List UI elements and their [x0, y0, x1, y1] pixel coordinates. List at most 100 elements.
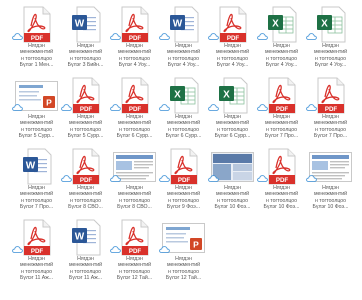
file-item[interactable]: PDF Нягдэн менежментий н тогтоолцоо Бүлэг 11…	[12, 219, 61, 287]
cloud-sync-icon	[110, 104, 121, 111]
word-doc-icon: W	[71, 219, 101, 256]
file-name-line: Бүлэг 4 Уоу...	[216, 61, 249, 68]
pdf-icon: PDF	[22, 6, 52, 43]
cloud-sync-icon	[110, 175, 121, 182]
file-item[interactable]: PDF Нягдэн менежментий н тогтоолцоо Бүлэг 9 …	[159, 148, 208, 216]
svg-text:PDF: PDF	[129, 35, 142, 42]
file-name-line: Бүлэг 7 Про...	[264, 132, 299, 139]
word-doc-icon: W	[169, 6, 199, 43]
file-item[interactable]: Нягдэн менежментий н тогтоолцоо Бүлэг 8 СВО…	[110, 148, 159, 216]
file-item[interactable]: Нягдэн менежментий н тогтоолцоо Бүлэг 10 Фо…	[306, 148, 355, 216]
file-item[interactable]: W Нягдэн менежментий н тогтоолцоо Бүлэг 7 Пр…	[12, 148, 61, 216]
file-item[interactable]: X Нягдэн менежментий н тогтоолцоо Бүлэг 4 Уо…	[257, 6, 306, 74]
cloud-sync-icon	[257, 33, 268, 40]
file-item[interactable]: X Нягдэн менежментий н тогтоолцоо Бүлэг 6 Су…	[159, 77, 208, 145]
pdf-icon: PDF	[22, 219, 52, 256]
file-item[interactable]: W Нягдэн менежментий н тогтоолцоо Бүлэг 4 Уо…	[159, 6, 208, 74]
file-name: Нягдэн менежментий н тогтоолцоо Бүлэг 1 Мен…	[12, 43, 61, 68]
cloud-sync-icon	[306, 104, 317, 111]
file-name-line: Бүлэг 4 Уоу...	[314, 61, 347, 68]
cloud-sync-icon	[306, 33, 317, 40]
cloud-sync-icon	[12, 104, 23, 111]
file-name: Нягдэн менежментий н тогтоолцоо Бүлэг 6 Сур…	[159, 114, 208, 139]
svg-text:PDF: PDF	[325, 106, 338, 113]
file-name: Нягдэн менежментий н тогтоолцоо Бүлэг 4 Уоу…	[208, 43, 257, 68]
file-name: Нягдэн менежментий н тогтоолцоо Бүлэг 11 Аж…	[61, 256, 110, 281]
file-name-line: Бүлэг 10 Фоэ...	[214, 203, 251, 210]
file-name: Нягдэн менежментий н тогтоолцоо Бүлэг 11 Аж…	[12, 256, 61, 281]
cloud-sync-icon	[306, 175, 317, 182]
cloud-sync-icon	[159, 104, 170, 111]
file-name: Нягдэн менежментий н тогтоолцоо Бүлэг 8 СВО…	[110, 185, 159, 210]
file-name: Нягдэн менежментий н тогтоолцоо Бүлэг 10 Фо…	[208, 185, 257, 210]
cloud-sync-icon	[12, 33, 23, 40]
cloud-sync-icon	[159, 33, 170, 40]
file-item[interactable]: PDF Нягдэн менежментий н тогтоолцоо Бүлэг 6 …	[110, 77, 159, 145]
file-name-line: Бүлэг 12 Тай...	[116, 274, 153, 281]
svg-text:PDF: PDF	[31, 35, 44, 42]
pdf-icon: PDF	[121, 219, 149, 256]
file-item[interactable]: PDF Нягдэн менежментий н тогтоолцоо Бүлэг 8 …	[61, 148, 110, 216]
file-name-line: Бүлэг 7 Про...	[19, 203, 54, 210]
cloud-sync-icon	[257, 175, 268, 182]
svg-text:PDF: PDF	[31, 248, 44, 255]
file-item[interactable]: X Нягдэн менежментий н тогтоолцоо Бүлэг 4 Уо…	[306, 6, 355, 74]
cloud-sync-icon	[208, 104, 219, 111]
file-name-line: Бүлэг 11 Аж...	[19, 274, 54, 281]
file-item[interactable]: PDF Нягдэн менежментий н тогтоолцоо Бүлэг 5 …	[61, 77, 110, 145]
word-doc-icon: W	[23, 148, 52, 185]
file-name: Нягдэн менежментий н тогтоолцоо Бүлэг 12 Та…	[159, 256, 208, 281]
cloud-sync-icon	[61, 104, 72, 111]
svg-text:W: W	[173, 19, 183, 30]
svg-text:PDF: PDF	[276, 106, 289, 113]
word-doc-icon: W	[71, 6, 101, 43]
cloud-sync-icon	[208, 33, 219, 40]
cloud-sync-icon	[208, 104, 219, 111]
cloud-sync-icon	[159, 246, 170, 253]
svg-text:PDF: PDF	[227, 35, 240, 42]
pdf-icon: PDF	[218, 6, 248, 43]
cloud-sync-icon	[110, 246, 121, 253]
file-item[interactable]: PDF Нягдэн менежментий н тогтоолцоо Бүлэг 1 …	[12, 6, 61, 74]
file-item[interactable]: PDF Нягдэн менежментий н тогтоолцоо Бүлэг 10…	[257, 148, 306, 216]
cloud-sync-icon	[159, 104, 170, 111]
file-item[interactable]: PDF Нягдэн менежментий н тогтоолцоо Бүлэг 4 …	[110, 6, 159, 74]
cloud-sync-icon	[110, 246, 121, 253]
pdf-icon: PDF	[169, 148, 199, 185]
file-name: Нягдэн менежментий н тогтоолцоо Бүлэг 12 Та…	[110, 256, 159, 281]
file-item[interactable]: PDF Нягдэн менежментий н тогтоолцоо Бүлэг 7 …	[257, 77, 306, 145]
file-grid: PDF Нягдэн менежментий н тогтоолцоо Бүлэг 1 …	[12, 6, 355, 287]
file-item[interactable]: P Нягдэн менежментий н тогтоолцоо Бүлэг 5 Су…	[12, 77, 61, 145]
file-item[interactable]: PDF Нягдэн менежментий н тогтоолцоо Бүлэг 7 …	[306, 77, 355, 145]
file-name-line: Бүлэг 7 Про...	[313, 132, 348, 139]
pdf-icon: PDF	[23, 219, 51, 256]
cloud-sync-icon	[61, 104, 72, 111]
excel-doc-icon: X	[268, 6, 297, 43]
file-name-line: Бүлэг 3 Бийн...	[67, 61, 104, 68]
file-item[interactable]: PDF Нягдэн менежментий н тогтоолцоо Бүлэг 12…	[110, 219, 159, 287]
word-doc-icon: W	[72, 6, 101, 43]
file-name: Нягдэн менежментий н тогтоолцоо Бүлэг 9 Фоэ…	[159, 185, 208, 210]
cloud-sync-icon	[306, 104, 317, 111]
file-name-line: Бүлэг 10 Фоэ...	[263, 203, 300, 210]
cloud-sync-icon	[12, 246, 23, 253]
svg-text:W: W	[75, 19, 85, 30]
pdf-icon: PDF	[268, 77, 296, 114]
cloud-sync-icon	[257, 33, 268, 40]
file-name: Нягдэн менежментий н тогтоолцоо Бүлэг 5 Сур…	[12, 114, 61, 139]
cloud-sync-icon	[12, 104, 23, 111]
excel-doc-icon: X	[316, 6, 346, 43]
file-item[interactable]: Нягдэн менежментий н тогтоолцоо Бүлэг 10 Фо…	[208, 148, 257, 216]
file-item[interactable]: W Нягдэн менежментий н тогтоолцоо Бүлэг 3 Би…	[61, 6, 110, 74]
pdf-icon: PDF	[121, 6, 149, 43]
cloud-sync-icon	[159, 246, 170, 253]
file-item[interactable]: P Нягдэн менежментий н тогтоолцоо Бүлэг 12 Т…	[159, 219, 208, 287]
file-item[interactable]: X Нягдэн менежментий н тогтоолцоо Бүлэг 6 Су…	[208, 77, 257, 145]
file-item[interactable]: PDF Нягдэн менежментий н тогтоолцоо Бүлэг 4 …	[208, 6, 257, 74]
file-name: Нягдэн менежментий н тогтоолцоо Бүлэг 4 Уоу…	[257, 43, 306, 68]
file-name: Нягдэн менежментий н тогтоолцоо Бүлэг 6 Сур…	[110, 114, 159, 139]
file-item[interactable]: W Нягдэн менежментий н тогтоолцоо Бүлэг 11 А…	[61, 219, 110, 287]
cloud-sync-icon	[110, 33, 121, 40]
file-name-line: Бүлэг 5 Сурр...	[18, 132, 55, 139]
cloud-sync-icon	[208, 175, 219, 182]
